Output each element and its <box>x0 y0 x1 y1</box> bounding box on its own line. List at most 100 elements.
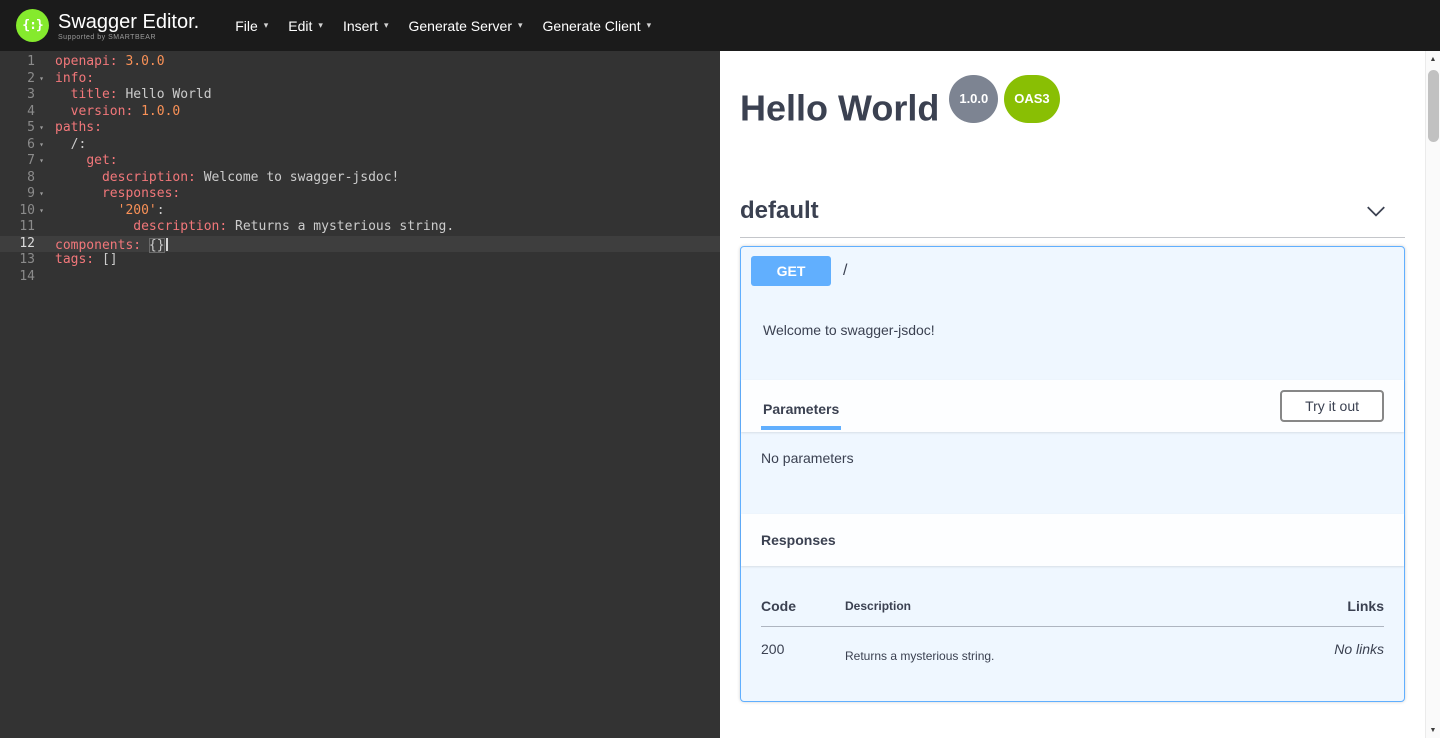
editor-line-10[interactable]: 10▾ '200': <box>0 203 720 220</box>
editor-line-6[interactable]: 6▾ /: <box>0 137 720 154</box>
fold-arrow-icon[interactable]: ▾ <box>35 153 48 170</box>
editor-line-8[interactable]: 8 description: Welcome to swagger-jsdoc! <box>0 170 720 187</box>
menu-edit[interactable]: Edit▾ <box>288 18 323 34</box>
caret-down-icon: ▾ <box>647 20 652 31</box>
yaml-code-editor[interactable]: 1openapi: 3.0.02▾info:3 title: Hello Wor… <box>0 51 720 738</box>
brand-title: Swagger Editor. <box>58 11 199 33</box>
code-text: description: Returns a mysterious string… <box>48 219 454 236</box>
fold-arrow-icon[interactable]: ▾ <box>35 203 48 220</box>
try-it-out-button[interactable]: Try it out <box>1280 390 1384 422</box>
operation-path: / <box>843 262 847 280</box>
code-text: responses: <box>48 186 180 203</box>
line-number: 14 <box>19 269 35 286</box>
menu-generate-client[interactable]: Generate Client ▾ <box>543 18 652 34</box>
gutter-cell: 2▾ <box>0 71 48 88</box>
col-header-links: Links <box>1294 584 1384 627</box>
oas3-badge: OAS3 <box>1004 75 1059 123</box>
gutter-cell: 5▾ <box>0 120 48 137</box>
fold-arrow-icon[interactable]: ▾ <box>35 186 48 203</box>
line-number: 13 <box>19 252 35 269</box>
swagger-editor-logo[interactable]: {:} Swagger Editor. Supported by SMARTBE… <box>16 9 199 42</box>
operation-description: Welcome to swagger-jsdoc! <box>741 294 1404 380</box>
line-number: 12 <box>19 236 35 253</box>
code-text: /: <box>48 137 86 154</box>
tab-parameters[interactable]: Parameters <box>761 391 841 430</box>
scroll-down-button[interactable]: ▼ <box>1426 722 1440 738</box>
line-number: 7 <box>27 153 35 170</box>
line-number: 8 <box>27 170 35 187</box>
api-title: Hello World1.0.0OAS3 <box>740 87 1405 135</box>
caret-down-icon: ▾ <box>518 20 523 31</box>
gutter-cell: 4 <box>0 104 48 121</box>
editor-line-1[interactable]: 1openapi: 3.0.0 <box>0 54 720 71</box>
editor-line-12[interactable]: 12 components: {} <box>0 236 720 253</box>
responses-table-header-row: Code Description Links <box>761 584 1384 627</box>
brand-subtitle: Supported by SMARTBEAR <box>58 34 199 41</box>
fold-arrow-icon[interactable]: ▾ <box>35 71 48 88</box>
menu-label: Generate Client <box>543 18 641 34</box>
editor-line-7[interactable]: 7▾ get: <box>0 153 720 170</box>
code-text: info: <box>48 71 94 88</box>
gutter-cell: 10▾ <box>0 203 48 220</box>
editor-line-14[interactable]: 14 <box>0 269 720 286</box>
gutter-cell: 6▾ <box>0 137 48 154</box>
parameters-body: No parameters <box>741 432 1404 514</box>
swagger-logo-icon: {:} <box>16 9 49 42</box>
tag-section-default[interactable]: default <box>740 197 1405 238</box>
vertical-scrollbar[interactable]: ▲ ▼ <box>1425 51 1440 738</box>
menu-label: File <box>235 18 258 34</box>
editor-line-5[interactable]: 5▾paths: <box>0 120 720 137</box>
fold-arrow-icon[interactable]: ▾ <box>35 120 48 137</box>
editor-line-11[interactable]: 11 description: Returns a mysterious str… <box>0 219 720 236</box>
gutter-cell: 14 <box>0 269 48 286</box>
method-get-badge: GET <box>751 256 831 286</box>
scrollbar-thumb[interactable] <box>1428 70 1439 142</box>
code-text: '200': <box>48 203 165 220</box>
api-info-section: Hello World1.0.0OAS3 <box>720 51 1425 135</box>
response-code: 200 <box>761 627 845 664</box>
col-header-code: Code <box>761 584 845 627</box>
line-number: 1 <box>27 54 35 71</box>
editor-line-13[interactable]: 13 tags: [] <box>0 252 720 269</box>
line-number: 5 <box>27 120 35 137</box>
operation-description-text: Welcome to swagger-jsdoc! <box>763 322 935 338</box>
menu-file[interactable]: File ▾ <box>235 18 268 34</box>
parameters-header: Parameters Try it out <box>741 380 1404 432</box>
caret-down-icon: ▾ <box>264 20 269 31</box>
menu-generate-server[interactable]: Generate Server▾ <box>409 18 523 34</box>
code-text: paths: <box>48 120 102 137</box>
topbar: {:} Swagger Editor. Supported by SMARTBE… <box>0 0 1440 51</box>
code-text: version: 1.0.0 <box>48 104 180 121</box>
gutter-cell: 13 <box>0 252 48 269</box>
operation-summary[interactable]: GET / <box>741 247 1404 294</box>
line-number: 2 <box>27 71 35 88</box>
scroll-up-button[interactable]: ▲ <box>1426 51 1440 67</box>
caret-down-icon: ▾ <box>384 20 389 31</box>
code-text: tags: [] <box>48 252 118 269</box>
menu-insert[interactable]: Insert ▾ <box>343 18 389 34</box>
caret-down-icon: ▾ <box>318 20 323 31</box>
code-text <box>48 269 55 286</box>
line-number: 9 <box>27 186 35 203</box>
line-number: 4 <box>27 104 35 121</box>
responses-table: Code Description Links 200 Returns a mys… <box>761 584 1384 663</box>
response-description: Returns a mysterious string. <box>845 627 1294 664</box>
gutter-cell: 8 <box>0 170 48 187</box>
gutter-cell: 7▾ <box>0 153 48 170</box>
line-number: 6 <box>27 137 35 154</box>
editor-line-2[interactable]: 2▾info: <box>0 71 720 88</box>
menu-label: Insert <box>343 18 378 34</box>
code-text: get: <box>48 153 118 170</box>
text-cursor <box>166 238 168 251</box>
gutter-cell: 1 <box>0 54 48 71</box>
editor-line-4[interactable]: 4 version: 1.0.0 <box>0 104 720 121</box>
editor-line-3[interactable]: 3 title: Hello World <box>0 87 720 104</box>
swagger-ui-pane: Hello World1.0.0OAS3 default GET / Welco… <box>720 51 1425 738</box>
code-text: title: Hello World <box>48 87 212 104</box>
fold-arrow-icon[interactable]: ▾ <box>35 137 48 154</box>
chevron-down-icon <box>1365 200 1387 222</box>
code-text: components: {} <box>48 236 168 253</box>
response-row-200: 200 Returns a mysterious string. No link… <box>761 627 1384 664</box>
editor-line-9[interactable]: 9▾ responses: <box>0 186 720 203</box>
line-number: 11 <box>19 219 35 236</box>
